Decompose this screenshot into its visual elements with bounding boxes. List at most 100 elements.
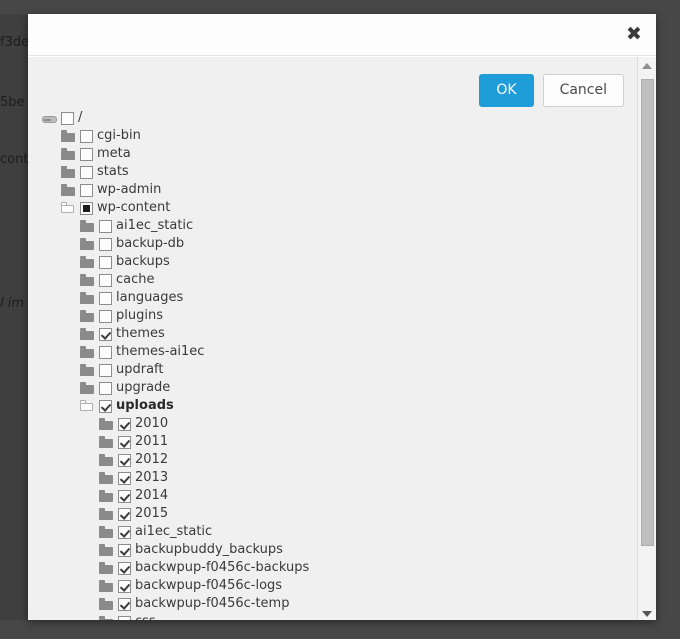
tree-node-label: cgi-bin bbox=[97, 128, 141, 143]
tree-node-updraft[interactable]: updraft bbox=[42, 361, 636, 379]
checkbox-css[interactable] bbox=[118, 615, 131, 620]
folder-tree: / cgi-bin meta stats wp-admin wp-content ai1ec… bbox=[28, 57, 636, 620]
folder-open-icon[interactable] bbox=[61, 201, 76, 215]
folder-icon bbox=[99, 543, 114, 557]
checkbox-cache[interactable] bbox=[99, 273, 112, 287]
checkbox-backup-db[interactable] bbox=[99, 237, 112, 251]
checkbox-uploads[interactable] bbox=[99, 399, 112, 413]
checkbox-backwpup-f0456c-temp[interactable] bbox=[118, 597, 131, 611]
tree-node-backwpup-f0456c-temp[interactable]: backwpup-f0456c-temp bbox=[42, 595, 636, 613]
tree-node--[interactable]: / bbox=[42, 109, 636, 127]
tree-node-label: stats bbox=[97, 164, 129, 179]
tree-node-stats[interactable]: stats bbox=[42, 163, 636, 181]
checkbox-backups[interactable] bbox=[99, 255, 112, 269]
tree-node-backwpup-f0456c-logs[interactable]: backwpup-f0456c-logs bbox=[42, 577, 636, 595]
tree-node-label: 2014 bbox=[135, 488, 169, 503]
checkbox--[interactable] bbox=[61, 111, 74, 125]
tree-scrollbar[interactable] bbox=[637, 57, 656, 620]
scroll-down-icon[interactable] bbox=[638, 605, 656, 620]
folder-icon bbox=[80, 363, 95, 377]
scrollbar-thumb[interactable] bbox=[641, 79, 654, 546]
checkbox-upgrade[interactable] bbox=[99, 381, 112, 395]
tree-node-uploads[interactable]: uploads bbox=[42, 397, 636, 415]
tree-node-label: css bbox=[135, 613, 156, 620]
checkbox-wp-admin[interactable] bbox=[80, 183, 93, 197]
tree-node-2015[interactable]: 2015 bbox=[42, 505, 636, 523]
folder-open-icon[interactable] bbox=[80, 399, 95, 413]
checkbox-ai1ec-static[interactable] bbox=[118, 525, 131, 539]
checkbox-meta[interactable] bbox=[80, 147, 93, 161]
tree-node-label: backupbuddy_backups bbox=[135, 542, 283, 557]
tree-node-label: cache bbox=[116, 272, 155, 287]
tree-node-2010[interactable]: 2010 bbox=[42, 415, 636, 433]
tree-node-plugins[interactable]: plugins bbox=[42, 307, 636, 325]
tree-node-wp-admin[interactable]: wp-admin bbox=[42, 181, 636, 199]
checkbox-ai1ec-static[interactable] bbox=[99, 219, 112, 233]
tree-node-2013[interactable]: 2013 bbox=[42, 469, 636, 487]
tree-node-label: updraft bbox=[116, 362, 164, 377]
tree-node-languages[interactable]: languages bbox=[42, 289, 636, 307]
folder-icon bbox=[80, 345, 95, 359]
tree-node-cache[interactable]: cache bbox=[42, 271, 636, 289]
checkbox-stats[interactable] bbox=[80, 165, 93, 179]
tree-node-label: 2015 bbox=[135, 506, 169, 521]
cancel-button[interactable]: Cancel bbox=[542, 74, 624, 107]
tree-node-label: 2012 bbox=[135, 452, 169, 467]
folder-icon bbox=[99, 453, 114, 467]
tree-node-label: upgrade bbox=[116, 380, 171, 395]
tree-node-themes[interactable]: themes bbox=[42, 325, 636, 343]
tree-node-label: 2013 bbox=[135, 470, 169, 485]
tree-node-label: / bbox=[78, 110, 83, 125]
checkbox-2010[interactable] bbox=[118, 417, 131, 431]
checkbox-backupbuddy-backups[interactable] bbox=[118, 543, 131, 557]
tree-node-backup-db[interactable]: backup-db bbox=[42, 235, 636, 253]
tree-node-2014[interactable]: 2014 bbox=[42, 487, 636, 505]
close-icon[interactable]: ✖ bbox=[621, 21, 647, 47]
tree-node-label: wp-content bbox=[97, 200, 171, 215]
folder-icon bbox=[99, 561, 114, 575]
checkbox-2011[interactable] bbox=[118, 435, 131, 449]
ok-button[interactable]: OK bbox=[479, 74, 534, 107]
checkbox-2012[interactable] bbox=[118, 453, 131, 467]
folder-icon bbox=[80, 327, 95, 341]
drive-icon bbox=[42, 112, 57, 125]
checkbox-backwpup-f0456c-backups[interactable] bbox=[118, 561, 131, 575]
tree-node-label: backwpup-f0456c-backups bbox=[135, 560, 310, 575]
tree-node-label: plugins bbox=[116, 308, 163, 323]
checkbox-2015[interactable] bbox=[118, 507, 131, 521]
tree-node-themes-ai1ec[interactable]: themes-ai1ec bbox=[42, 343, 636, 361]
tree-node-ai1ec-static[interactable]: ai1ec_static bbox=[42, 523, 636, 541]
tree-node-wp-content[interactable]: wp-content bbox=[42, 199, 636, 217]
checkbox-updraft[interactable] bbox=[99, 363, 112, 377]
tree-node-2012[interactable]: 2012 bbox=[42, 451, 636, 469]
folder-icon bbox=[61, 147, 76, 161]
checkbox-themes-ai1ec[interactable] bbox=[99, 345, 112, 359]
tree-node-cgi-bin[interactable]: cgi-bin bbox=[42, 127, 636, 145]
checkbox-backwpup-f0456c-logs[interactable] bbox=[118, 579, 131, 593]
checkbox-2014[interactable] bbox=[118, 489, 131, 503]
tree-node-ai1ec-static[interactable]: ai1ec_static bbox=[42, 217, 636, 235]
tree-node-meta[interactable]: meta bbox=[42, 145, 636, 163]
tree-node-backupbuddy-backups[interactable]: backupbuddy_backups bbox=[42, 541, 636, 559]
checkbox-plugins[interactable] bbox=[99, 309, 112, 323]
checkbox-languages[interactable] bbox=[99, 291, 112, 305]
checkbox-themes[interactable] bbox=[99, 327, 112, 341]
checkbox-2013[interactable] bbox=[118, 471, 131, 485]
dialog-actions: OK Cancel bbox=[479, 74, 624, 107]
scroll-up-icon[interactable] bbox=[638, 57, 656, 74]
tree-node-label: backwpup-f0456c-logs bbox=[135, 578, 283, 593]
folder-icon bbox=[80, 309, 95, 323]
tree-node-upgrade[interactable]: upgrade bbox=[42, 379, 636, 397]
folder-icon bbox=[80, 255, 95, 269]
background-text-fragment: f3de bbox=[0, 36, 30, 50]
checkbox-wp-content[interactable] bbox=[80, 201, 93, 215]
tree-node-backups[interactable]: backups bbox=[42, 253, 636, 271]
tree-node-label: themes bbox=[116, 326, 165, 341]
folder-icon bbox=[80, 219, 95, 233]
tree-node-2011[interactable]: 2011 bbox=[42, 433, 636, 451]
tree-node-css[interactable]: css bbox=[42, 613, 636, 620]
folder-icon bbox=[61, 165, 76, 179]
tree-node-backwpup-f0456c-backups[interactable]: backwpup-f0456c-backups bbox=[42, 559, 636, 577]
checkbox-cgi-bin[interactable] bbox=[80, 129, 93, 143]
background-page-strip: f3de 5be cont l im bbox=[0, 14, 30, 620]
